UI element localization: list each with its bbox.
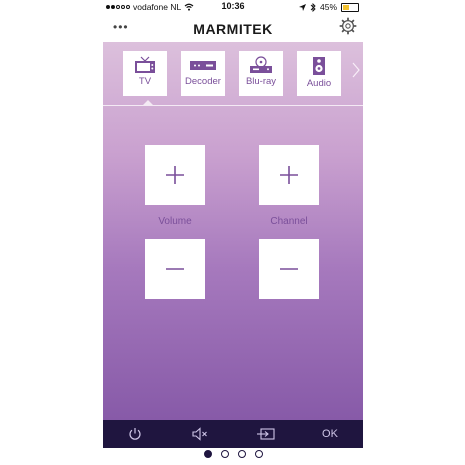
page-dot[interactable] <box>220 450 229 458</box>
battery-icon <box>341 2 359 12</box>
chevron-right-icon[interactable] <box>352 62 360 78</box>
ok-button[interactable]: OK <box>310 420 350 448</box>
location-icon <box>298 3 306 11</box>
status-icons: 45% <box>298 2 359 12</box>
volume-label: Volume <box>158 216 192 227</box>
channel-label: Channel <box>270 216 308 227</box>
device-tab-tv[interactable]: TV <box>123 51 167 96</box>
minus-icon <box>280 268 298 270</box>
input-source-button[interactable] <box>246 420 286 448</box>
tv-icon <box>135 56 155 73</box>
volume-up-button[interactable] <box>145 145 205 205</box>
mute-button[interactable] <box>180 420 220 448</box>
plus-icon <box>280 166 298 184</box>
decoder-icon <box>190 61 216 70</box>
device-tab-label: Audio <box>306 78 332 89</box>
battery-level <box>343 4 350 10</box>
device-tab-label: Blu-ray <box>245 76 277 87</box>
page-dot[interactable] <box>203 450 212 458</box>
brand-logo: MARMITEK <box>193 21 273 37</box>
volume-down-button[interactable] <box>145 239 205 299</box>
power-icon <box>129 428 141 440</box>
battery-percent: 45% <box>319 2 337 12</box>
active-tab-indicator <box>143 100 153 105</box>
bluray-icon <box>250 56 272 73</box>
bottom-toolbar: OK <box>103 420 363 448</box>
device-tab-bluray[interactable]: Blu-ray <box>239 51 283 96</box>
device-tab-audio[interactable]: Audio <box>297 51 341 96</box>
mute-icon <box>192 427 207 441</box>
page-dot[interactable] <box>237 450 246 458</box>
speaker-icon <box>313 57 325 75</box>
channel-up-button[interactable] <box>259 145 319 205</box>
device-tab-label: TV <box>138 76 152 87</box>
gear-icon[interactable] <box>339 17 357 35</box>
page-indicator <box>103 450 363 464</box>
device-selector: TV Decoder Blu-ray Audio <box>103 42 363 104</box>
divider <box>103 105 363 106</box>
plus-icon <box>166 166 184 184</box>
app-screen: vodafone NL 10:36 45% ••• MARMITEK TV De… <box>103 0 363 465</box>
power-button[interactable] <box>115 420 155 448</box>
page-dot[interactable] <box>254 450 263 458</box>
minus-icon <box>166 268 184 270</box>
channel-down-button[interactable] <box>259 239 319 299</box>
remote-panel: TV Decoder Blu-ray Audio Volume Channel <box>103 42 363 420</box>
bluetooth-icon <box>310 2 316 12</box>
input-source-icon <box>257 428 275 440</box>
status-bar: vodafone NL 10:36 45% <box>103 0 363 14</box>
device-tab-label: Decoder <box>185 76 221 87</box>
device-tab-decoder[interactable]: Decoder <box>181 51 225 96</box>
app-header: ••• MARMITEK <box>103 14 363 42</box>
